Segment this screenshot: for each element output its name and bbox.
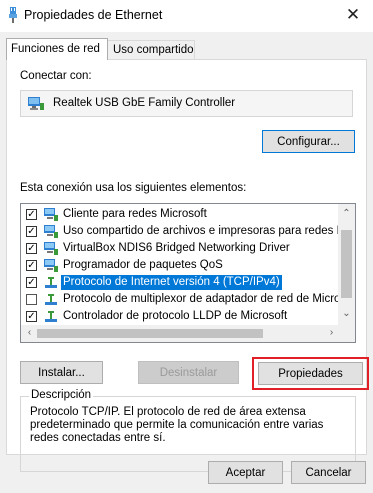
list-item-selected[interactable]: ✓ Protocolo de Internet versión 4 (TCP/I… bbox=[21, 274, 341, 291]
checkbox[interactable]: ✓ bbox=[26, 226, 37, 237]
scroll-up-icon[interactable]: ⌃ bbox=[338, 208, 355, 219]
item-label: Controlador de protocolo LLDP de Microso… bbox=[63, 310, 288, 322]
list-item[interactable]: ✓ Cliente para redes Microsoft bbox=[21, 206, 341, 223]
scrollbar-corner bbox=[338, 325, 355, 342]
checkbox[interactable]: ✓ bbox=[26, 311, 37, 322]
adapter-field: Realtek USB GbE Family Controller bbox=[20, 90, 353, 117]
item-label: Programador de paquetes QoS bbox=[63, 259, 223, 271]
item-label: Protocolo de Internet versión 4 (TCP/IPv… bbox=[61, 275, 282, 290]
description-text: Protocolo TCP/IP. El protocolo de red de… bbox=[30, 406, 324, 444]
configure-button[interactable]: Configurar... bbox=[262, 130, 355, 153]
item-label: Uso compartido de archivos e impresoras … bbox=[63, 225, 347, 237]
horizontal-scroll-thumb[interactable] bbox=[37, 329, 263, 338]
title-bar: Propiedades de Ethernet ✕ bbox=[0, 0, 373, 32]
tab-networking[interactable]: Funciones de red bbox=[6, 38, 108, 60]
install-button[interactable]: Instalar... bbox=[20, 361, 103, 384]
list-item[interactable]: ✓ Uso compartido de archivos e impresora… bbox=[21, 223, 346, 240]
checkbox[interactable]: ✓ bbox=[26, 209, 37, 220]
accept-button[interactable]: Aceptar bbox=[208, 461, 283, 484]
adapter-name: Realtek USB GbE Family Controller bbox=[53, 97, 236, 109]
protocol-icon bbox=[45, 277, 57, 288]
protocol-icon bbox=[45, 294, 57, 305]
list-item[interactable]: ✓ Controlador de protocolo LLDP de Micro… bbox=[21, 308, 341, 325]
network-client-icon bbox=[44, 208, 58, 221]
protocol-icon bbox=[45, 311, 57, 322]
description-legend: Descripción bbox=[29, 389, 94, 401]
item-label: VirtualBox NDIS6 Bridged Networking Driv… bbox=[63, 242, 290, 254]
close-button[interactable]: ✕ bbox=[343, 5, 363, 25]
scroll-left-icon[interactable]: ‹ bbox=[21, 327, 38, 338]
checkbox[interactable]: ✓ bbox=[26, 243, 37, 254]
vertical-scrollbar[interactable]: ⌃ ⌄ bbox=[338, 204, 355, 326]
list-item[interactable]: Protocolo de multiplexor de adaptador de… bbox=[21, 291, 346, 308]
dialog-body: Funciones de red Uso compartido Conectar… bbox=[0, 32, 373, 493]
ethernet-plug-icon bbox=[9, 7, 17, 23]
tab-panel: Conectar con: Realtek USB GbE Family Con… bbox=[6, 59, 369, 472]
close-icon: ✕ bbox=[345, 5, 361, 24]
components-list[interactable]: ✓ Cliente para redes Microsoft ✓ Uso com… bbox=[20, 203, 356, 343]
network-service-icon bbox=[44, 242, 58, 255]
item-label: Protocolo de multiplexor de adaptador de… bbox=[63, 293, 347, 305]
properties-button[interactable]: Propiedades bbox=[258, 362, 363, 385]
uninstall-button[interactable]: Desinstalar bbox=[138, 361, 239, 384]
items-label: Esta conexión usa los siguientes element… bbox=[20, 182, 247, 194]
horizontal-scrollbar[interactable]: ‹ › bbox=[21, 325, 340, 342]
list-item[interactable]: ✓ Programador de paquetes QoS bbox=[21, 257, 341, 274]
network-service-icon bbox=[44, 259, 58, 272]
vertical-scroll-thumb[interactable] bbox=[341, 230, 352, 298]
network-adapter-icon bbox=[28, 97, 44, 110]
item-label: Cliente para redes Microsoft bbox=[63, 208, 207, 220]
scroll-down-icon[interactable]: ⌄ bbox=[338, 308, 355, 319]
checkbox[interactable]: ✓ bbox=[26, 277, 37, 288]
network-service-icon bbox=[44, 225, 58, 238]
window-title: Propiedades de Ethernet bbox=[24, 8, 163, 22]
tab-sharing[interactable]: Uso compartido bbox=[107, 40, 195, 60]
checkbox[interactable]: ✓ bbox=[26, 260, 37, 271]
cancel-button[interactable]: Cancelar bbox=[291, 461, 366, 484]
list-item[interactable]: ✓ VirtualBox NDIS6 Bridged Networking Dr… bbox=[21, 240, 341, 257]
connect-label: Conectar con: bbox=[20, 70, 92, 82]
checkbox[interactable] bbox=[26, 294, 37, 305]
